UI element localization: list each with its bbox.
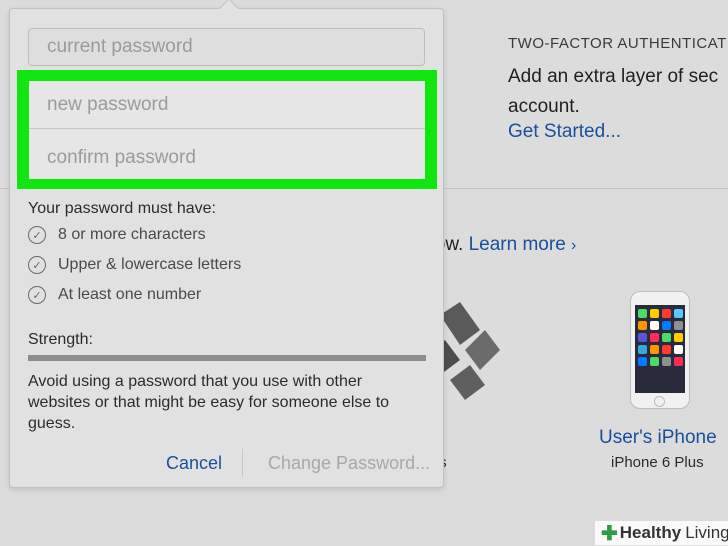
iphone-home-button	[654, 396, 665, 407]
strength-label: Strength:	[28, 331, 93, 348]
change-password-popover: current password new password confirm pa…	[9, 0, 444, 488]
new-password-highlight: new password confirm password	[17, 70, 437, 189]
requirement-label: 8 or more characters	[58, 226, 206, 243]
watermark-brand: Healthy	[619, 523, 682, 542]
watermark: ✚ Healthy Living	[595, 521, 728, 545]
change-password-button[interactable]: Change Password...	[268, 453, 430, 474]
requirement-item: ✓ Upper & lowercase letters	[28, 256, 241, 274]
watermark-suffix: Living	[685, 523, 728, 542]
check-circle-icon: ✓	[28, 226, 46, 244]
get-started-link[interactable]: Get Started...	[508, 121, 621, 143]
new-password-group: new password confirm password	[29, 81, 425, 179]
requirement-item: ✓ 8 or more characters	[28, 226, 206, 244]
plus-logo-icon: ✚	[601, 522, 618, 545]
device-model-iphone: iPhone 6 Plus	[611, 454, 704, 471]
check-circle-icon: ✓	[28, 256, 46, 274]
new-password-input[interactable]: new password	[29, 81, 425, 129]
cancel-button[interactable]: Cancel	[166, 453, 222, 474]
requirement-label: At least one number	[58, 286, 202, 303]
button-divider	[242, 449, 243, 477]
check-circle-icon: ✓	[28, 286, 46, 304]
two-factor-heading: TWO-FACTOR AUTHENTICATI	[508, 35, 728, 52]
current-password-placeholder: current password	[28, 28, 425, 66]
iphone-icon[interactable]	[630, 291, 690, 409]
learn-more-link[interactable]: Learn more	[469, 234, 566, 255]
strength-meter	[28, 355, 426, 361]
iphone-screen	[635, 305, 685, 393]
password-advice: Avoid using a password that you use with…	[28, 373, 390, 432]
requirement-label: Upper & lowercase letters	[58, 256, 242, 273]
requirement-item: ✓ At least one number	[28, 286, 201, 304]
two-factor-description: Add an extra layer of sec account.	[508, 66, 719, 117]
confirm-password-input[interactable]: confirm password	[29, 136, 425, 179]
requirements-title: Your password must have:	[28, 200, 216, 217]
device-name-iphone[interactable]: User's iPhone	[599, 427, 717, 449]
chevron-right-icon: ›	[571, 237, 577, 254]
